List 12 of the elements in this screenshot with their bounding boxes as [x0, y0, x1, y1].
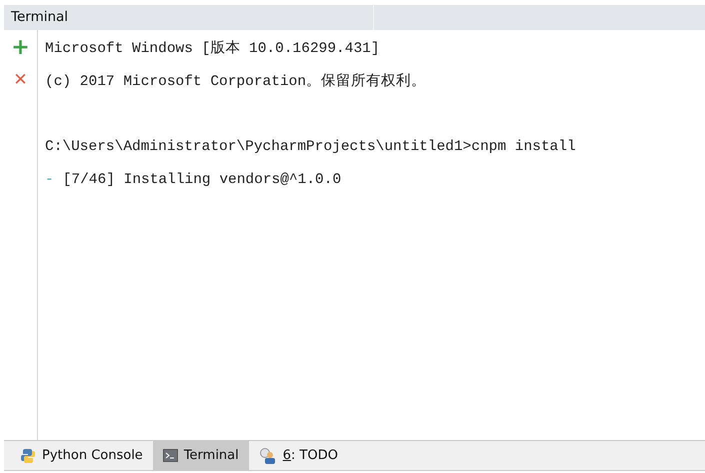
tool-tab[interactable]: 6: TODO [248, 441, 348, 470]
progress-marker: - [45, 171, 54, 190]
terminal-icon [162, 449, 178, 462]
console-line: [7/46] Installing vendors@^1.0.0 [62, 171, 342, 190]
todo-icon [258, 448, 277, 464]
python-icon [20, 448, 36, 464]
close-button[interactable]: ✕ [10, 68, 32, 92]
console-line: C:\Users\Administrator\PycharmProjects\untitled1>cnpm install [45, 138, 576, 157]
tool-tab[interactable]: Python Console [10, 441, 153, 470]
console-line: (c) 2017 Microsoft Corporation。保留所有权利。 [45, 72, 426, 92]
console-line: Microsoft Windows [版本 10.0.16299.431] [45, 39, 380, 59]
tool-tab[interactable]: Terminal [152, 441, 249, 470]
